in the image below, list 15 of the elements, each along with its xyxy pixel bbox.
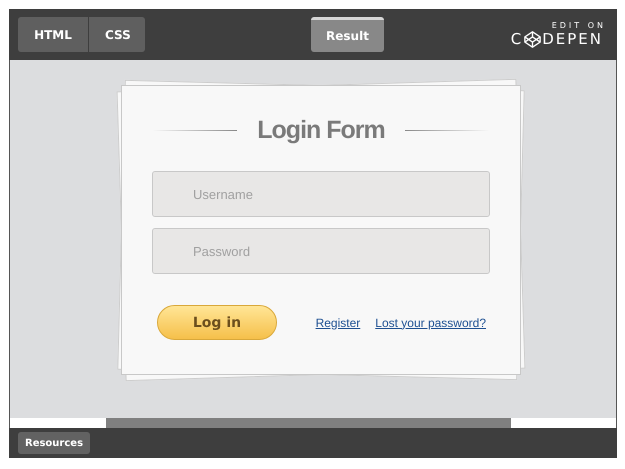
tab[interactable]: CSS [89, 17, 145, 52]
scrollbar-thumb[interactable] [106, 418, 511, 428]
logo-letter: C [510, 30, 524, 48]
result-tab[interactable]: Result [311, 17, 384, 52]
link[interactable]: Register [316, 316, 360, 330]
link[interactable]: Lost your password? [375, 316, 486, 330]
login-button[interactable]: Log in [157, 305, 277, 340]
logo-caption: EDIT ON [552, 21, 606, 30]
input-field[interactable]: Username [152, 171, 490, 217]
resources-button[interactable]: Resources [18, 432, 90, 454]
cube-icon [524, 30, 542, 48]
logo-text: DEPEN [542, 30, 603, 48]
form-title: Login Form [257, 116, 385, 145]
tab[interactable]: HTML [18, 17, 88, 52]
input-field[interactable]: Password [152, 228, 490, 274]
